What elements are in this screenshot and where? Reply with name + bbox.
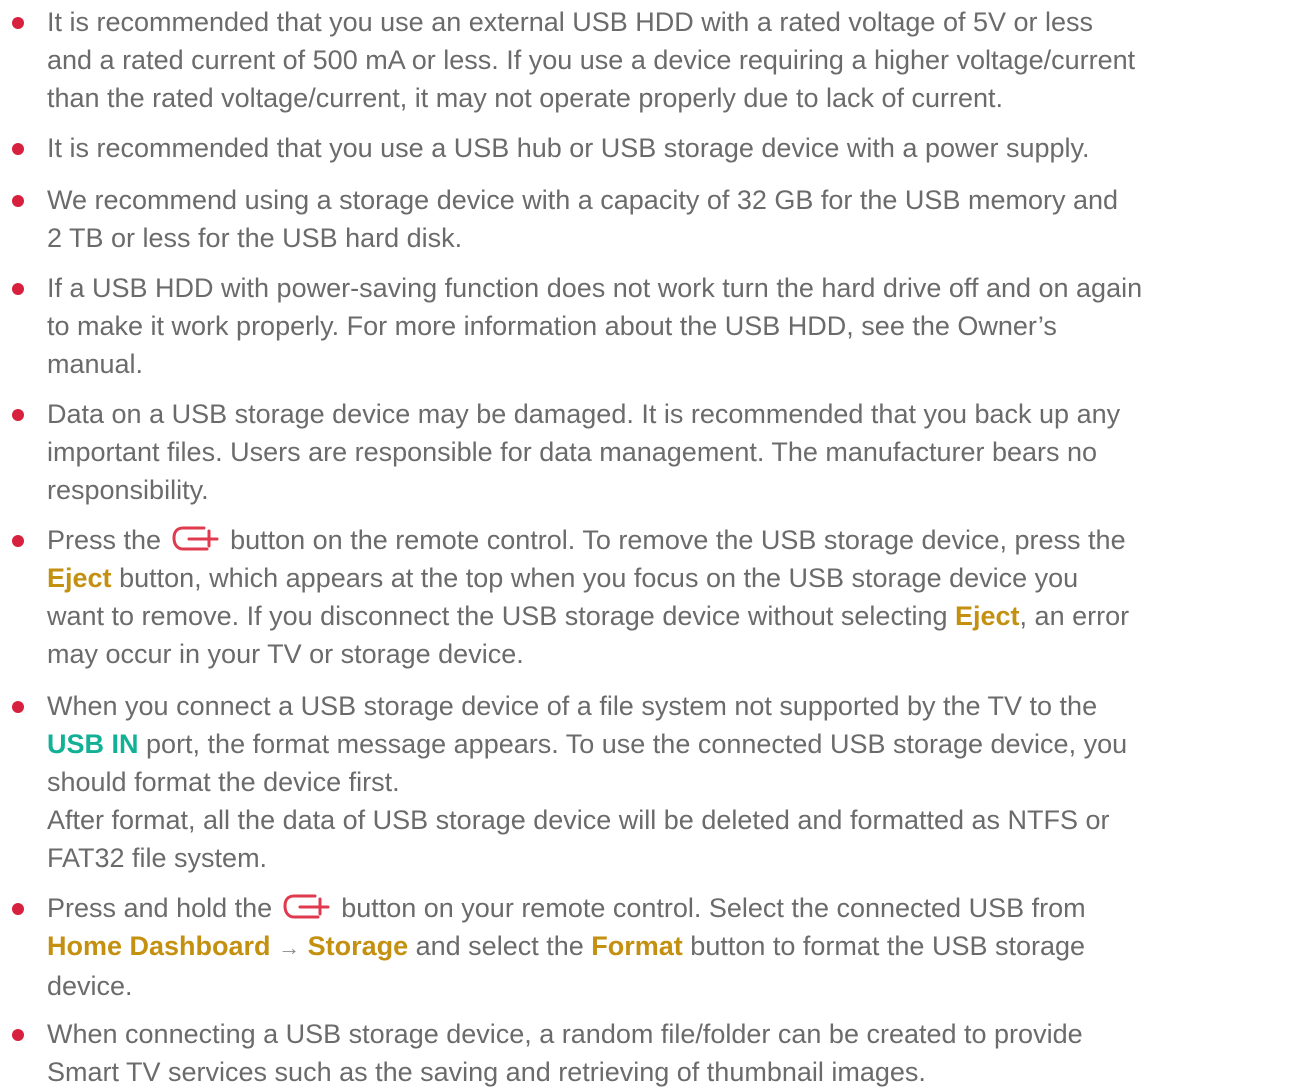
list-item: When you connect a USB storage device of…	[12, 687, 1288, 877]
bullet-icon	[12, 535, 24, 547]
list-item: Press and hold the button on your remote…	[12, 889, 1288, 1005]
note-text: and a rated current of 500 mA or less. I…	[47, 45, 1136, 75]
note-text: should format the device first.	[47, 767, 400, 797]
arrow-right-icon: →	[278, 935, 301, 960]
list-item: Press the button on the remote control. …	[12, 521, 1288, 673]
bullet-icon	[12, 1029, 24, 1041]
input-source-icon	[283, 894, 330, 919]
bullet-icon	[12, 701, 24, 713]
note-text: Data on a USB storage device may be dama…	[47, 399, 1121, 429]
note-text: Smart TV services such as the saving and…	[47, 1057, 926, 1087]
note-text: , an error	[1019, 601, 1130, 631]
note-text: If a USB HDD with power-saving function …	[47, 273, 1143, 303]
home-dashboard-label: Home Dashboard	[47, 931, 271, 961]
bullet-icon	[12, 283, 24, 295]
bullet-icon	[12, 195, 24, 207]
note-text: It is recommended that you use a USB hub…	[47, 133, 1090, 163]
note-text: may occur in your TV or storage device.	[47, 639, 524, 669]
note-text: manual.	[47, 349, 144, 379]
usb-in-port-label: USB IN	[47, 729, 139, 759]
note-text: When connecting a USB storage device, a …	[47, 1019, 1083, 1049]
note-text: important files. Users are responsible f…	[47, 437, 1098, 467]
note-text: button to format the USB storage	[690, 931, 1086, 961]
list-item: It is recommended that you use an extern…	[12, 3, 1288, 117]
bullet-icon	[12, 409, 24, 421]
note-text: button, which appears at the top when yo…	[119, 563, 1079, 593]
note-text: to make it work properly. For more infor…	[47, 311, 1057, 341]
note-text: We recommend using a storage device with…	[47, 185, 1119, 215]
note-text: 2 TB or less for the USB hard disk.	[47, 223, 463, 253]
note-text: want to remove. If you disconnect the US…	[47, 601, 948, 631]
eject-label: Eject	[955, 601, 1020, 631]
bullet-icon	[12, 143, 24, 155]
bullet-icon	[12, 17, 24, 29]
note-text: button on your remote control. Select th…	[341, 893, 1086, 923]
note-text: and select the	[415, 931, 584, 961]
list-item: It is recommended that you use a USB hub…	[12, 129, 1288, 167]
format-label: Format	[591, 931, 683, 961]
note-text: FAT32 file system.	[47, 843, 268, 873]
note-text: After format, all the data of USB storag…	[47, 805, 1110, 835]
note-text: than the rated voltage/current, it may n…	[47, 83, 1004, 113]
list-item: We recommend using a storage device with…	[12, 181, 1288, 257]
note-text: responsibility.	[47, 475, 209, 505]
note-text: Press the	[47, 525, 162, 555]
list-item: If a USB HDD with power-saving function …	[12, 269, 1288, 383]
input-source-icon	[172, 526, 219, 551]
list-item: Data on a USB storage device may be dama…	[12, 395, 1288, 509]
note-text: port, the format message appears. To use…	[146, 729, 1128, 759]
bullet-icon	[12, 903, 24, 915]
note-text: Press and hold the	[47, 893, 273, 923]
note-text: It is recommended that you use an extern…	[47, 7, 1094, 37]
eject-label: Eject	[47, 563, 112, 593]
note-text: When you connect a USB storage device of…	[47, 691, 1098, 721]
note-text: device.	[47, 971, 133, 1001]
note-text: button on the remote control. To remove …	[230, 525, 1126, 555]
storage-label: Storage	[307, 931, 409, 961]
list-item: When connecting a USB storage device, a …	[12, 1015, 1288, 1091]
